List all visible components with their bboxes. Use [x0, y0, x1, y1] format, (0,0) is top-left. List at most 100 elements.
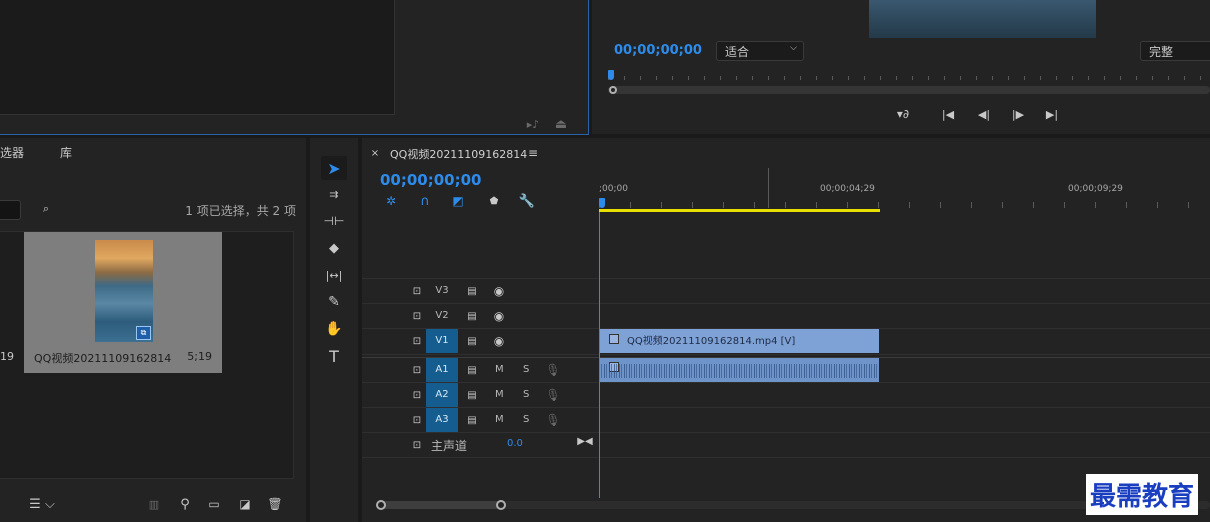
- quality-select[interactable]: 完整: [1140, 41, 1210, 61]
- go-to-end-icon[interactable]: ▶◀: [577, 434, 593, 448]
- track-separator: [362, 407, 1210, 408]
- snap-icon[interactable]: ∩: [416, 193, 434, 209]
- track-separator: [362, 457, 1210, 458]
- media-thumbnail-card[interactable]: ⧉ QQ视频20211109162814 5;19: [24, 232, 222, 373]
- hand-tool-icon[interactable]: ✋: [321, 319, 347, 339]
- scroll-handle-right[interactable]: [496, 500, 506, 510]
- lock-icon[interactable]: ⊡: [411, 388, 423, 402]
- tab-library[interactable]: 库: [60, 144, 72, 161]
- eye-icon[interactable]: ◉: [491, 309, 507, 323]
- add-marker-icon-timeline[interactable]: ⬟: [485, 193, 503, 209]
- playhead-icon[interactable]: [599, 198, 605, 208]
- find-icon-bottom[interactable]: ⚲: [176, 496, 194, 512]
- step-back-icon[interactable]: ◀|: [974, 106, 994, 122]
- sync-lock-icon[interactable]: ▤: [465, 388, 479, 402]
- track-label-a2[interactable]: A2: [426, 383, 458, 407]
- find-icon[interactable]: ⌕: [37, 201, 55, 217]
- scroll-handle-left[interactable]: [376, 500, 386, 510]
- microphone-icon[interactable]: 🎙: [545, 387, 560, 403]
- lock-icon[interactable]: ⊡: [411, 309, 423, 323]
- sort-icon[interactable]: ☰ ⌵: [28, 496, 56, 512]
- close-icon[interactable]: ×: [368, 146, 382, 160]
- master-track-label: 主声道: [431, 439, 468, 453]
- time-ruler[interactable]: ;00;00 00;00;04;29 00;00;09;29: [599, 168, 1210, 212]
- microphone-icon[interactable]: 🎙: [545, 362, 560, 378]
- track-label-v2[interactable]: V2: [426, 304, 458, 328]
- timeline-scroll-thumb[interactable]: [380, 501, 502, 509]
- work-area-bar[interactable]: [599, 209, 880, 212]
- mute-button[interactable]: M: [495, 389, 504, 400]
- automate-sequence-icon[interactable]: ▥: [145, 496, 163, 512]
- microphone-icon[interactable]: 🎙: [545, 412, 560, 428]
- quality-select-value: 完整: [1149, 45, 1174, 59]
- video-clip[interactable]: QQ视频20211109162814.mp4 [V]: [599, 329, 879, 353]
- go-to-out-icon[interactable]: ▶|: [1042, 106, 1062, 122]
- sync-lock-icon[interactable]: ▤: [465, 309, 479, 323]
- chevron-down-icon: ⌵: [790, 43, 797, 53]
- sequence-tab[interactable]: QQ视频20211109162814: [390, 146, 527, 162]
- sequence-badge-icon: ⧉: [136, 326, 151, 340]
- lock-icon[interactable]: ⊡: [411, 284, 423, 298]
- panel-menu-icon[interactable]: ≡: [526, 146, 540, 160]
- type-tool-icon[interactable]: T: [321, 346, 347, 366]
- playhead-icon[interactable]: [608, 70, 614, 80]
- sync-lock-icon[interactable]: ▤: [465, 413, 479, 427]
- tools-panel: ➤ ⇉ ⊣⊢ ◆ |↔| ✎ ✋ T: [310, 138, 358, 522]
- lock-icon[interactable]: ⊡: [411, 334, 423, 348]
- lock-icon[interactable]: ⊡: [411, 363, 423, 377]
- step-forward-icon[interactable]: |▶: [1008, 106, 1028, 122]
- ruler-label: 00;00;09;29: [1068, 184, 1123, 194]
- solo-button[interactable]: S: [523, 389, 529, 400]
- media-item-duration: 5;19: [187, 350, 212, 363]
- track-separator: [362, 278, 1210, 279]
- slip-tool-icon[interactable]: |↔|: [321, 265, 347, 285]
- project-search-input[interactable]: [0, 200, 21, 220]
- audio-waveform: [599, 364, 879, 378]
- linked-selection-icon[interactable]: ◩: [449, 193, 467, 209]
- program-scroll-track[interactable]: [608, 86, 1210, 94]
- mute-button[interactable]: M: [495, 364, 504, 375]
- lock-icon[interactable]: ⊡: [411, 438, 423, 452]
- audio-clip[interactable]: [599, 358, 879, 382]
- wrench-icon[interactable]: 🔧: [518, 193, 536, 209]
- sequence-timecode[interactable]: 00;00;00;00: [380, 171, 482, 189]
- new-item-icon[interactable]: ◪: [236, 496, 254, 512]
- sync-lock-icon[interactable]: ▤: [465, 284, 479, 298]
- source-monitor-panel: ▸♪ ⏏: [0, 0, 589, 135]
- eye-icon[interactable]: ◉: [491, 284, 507, 298]
- lock-icon[interactable]: ⊡: [411, 413, 423, 427]
- ripple-edit-tool-icon[interactable]: ⊣⊢: [321, 211, 347, 231]
- trash-icon[interactable]: 🗑: [266, 496, 284, 512]
- razor-tool-icon[interactable]: ◆: [321, 238, 347, 258]
- new-bin-icon[interactable]: ▭: [205, 496, 223, 512]
- program-timecode[interactable]: 00;00;00;00: [614, 43, 702, 58]
- project-bin-area: 19 ⧉ QQ视频20211109162814 5;19: [0, 231, 294, 479]
- solo-button[interactable]: S: [523, 414, 529, 425]
- nest-icon[interactable]: ✲: [382, 193, 400, 209]
- mute-button[interactable]: M: [495, 414, 504, 425]
- fit-select[interactable]: 适合 ⌵: [716, 41, 804, 61]
- program-ruler[interactable]: [608, 70, 1210, 84]
- program-scroll-handle[interactable]: [609, 86, 617, 94]
- track-label-v3[interactable]: V3: [426, 279, 458, 303]
- add-marker-icon[interactable]: ▾∂: [892, 106, 914, 122]
- tab-media-browser[interactable]: 选器: [0, 144, 24, 161]
- source-monitor-viewer: [0, 0, 395, 115]
- track-select-tool-icon[interactable]: ⇉: [321, 184, 347, 204]
- overwrite-icon[interactable]: ⏏: [552, 116, 570, 132]
- pen-tool-icon[interactable]: ✎: [321, 292, 347, 312]
- master-volume-value[interactable]: 0.0: [507, 438, 523, 449]
- track-label-a3[interactable]: A3: [426, 408, 458, 432]
- solo-button[interactable]: S: [523, 364, 529, 375]
- eye-icon[interactable]: ◉: [491, 334, 507, 348]
- ruler-label: ;00;00: [599, 184, 628, 194]
- track-label-v1[interactable]: V1: [426, 329, 458, 353]
- insert-icon[interactable]: ▸♪: [524, 116, 542, 132]
- go-to-in-icon[interactable]: |◀: [938, 106, 958, 122]
- track-label-a1[interactable]: A1: [426, 358, 458, 382]
- selection-tool-icon[interactable]: ➤: [321, 156, 347, 180]
- track-separator: [362, 432, 1210, 433]
- sync-lock-icon[interactable]: ▤: [465, 334, 479, 348]
- sync-lock-icon[interactable]: ▤: [465, 363, 479, 377]
- video-clip-name: QQ视频20211109162814.mp4 [V]: [627, 336, 796, 347]
